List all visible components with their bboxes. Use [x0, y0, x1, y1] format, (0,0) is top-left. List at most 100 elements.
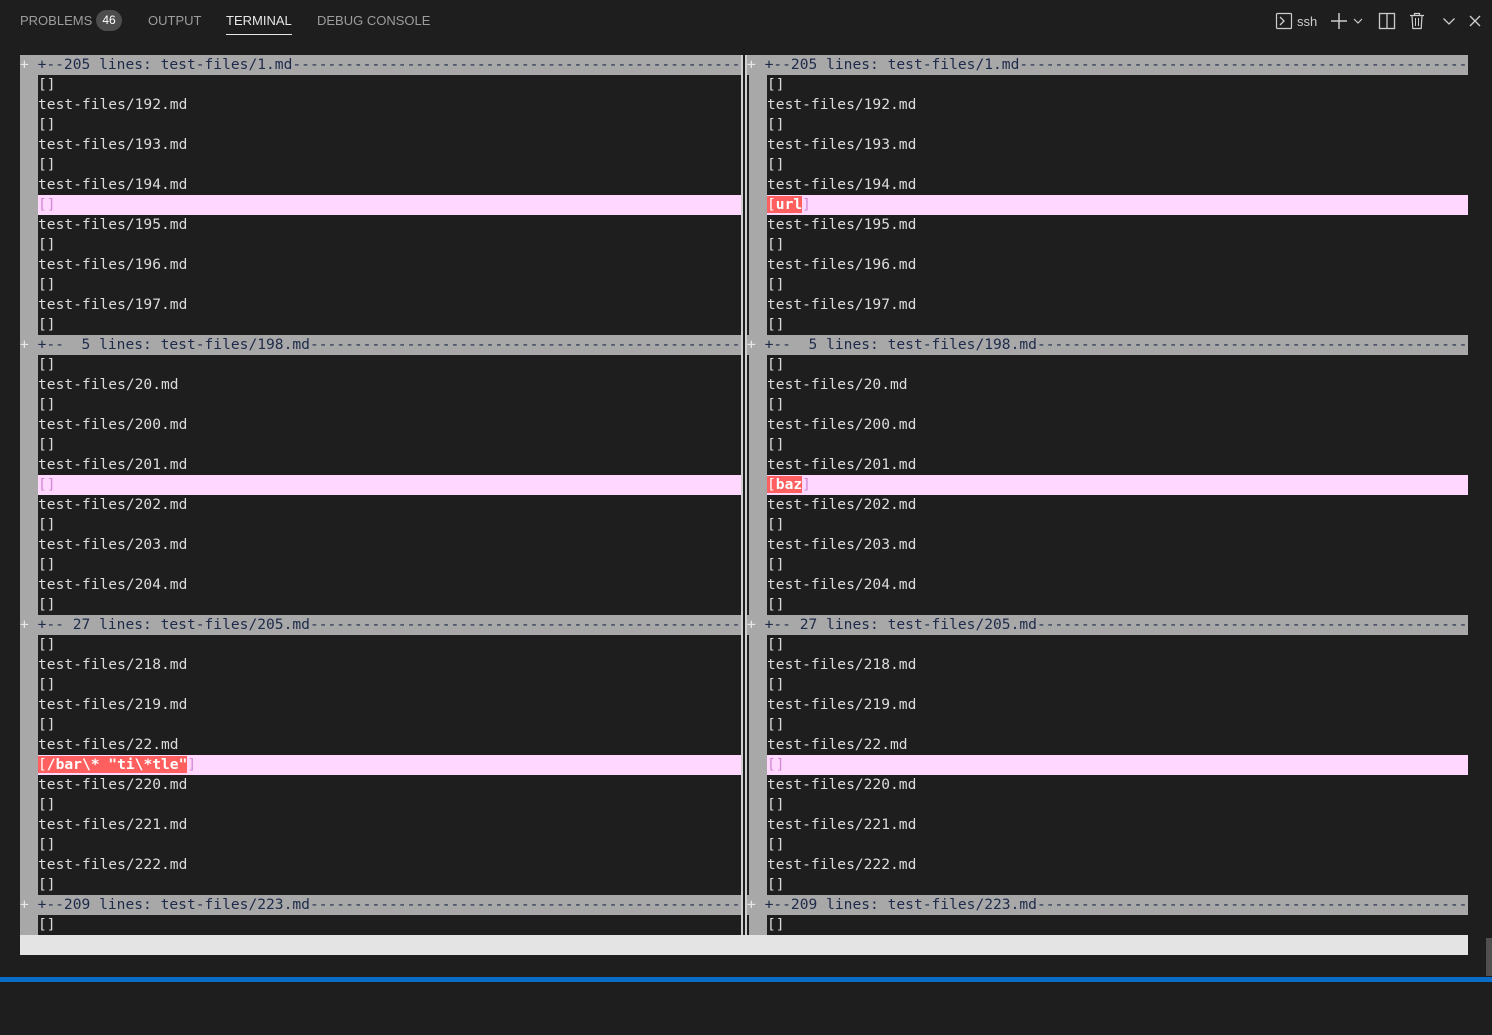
line-file: test-files/220.md	[767, 776, 917, 793]
line-file: test-files/203.md	[767, 536, 917, 553]
line-file: test-files/195.md	[38, 216, 188, 233]
close-icon	[1468, 14, 1482, 28]
line-file: test-files/200.md	[767, 416, 917, 433]
line-empty: []	[38, 116, 56, 133]
split-terminal-icon	[1378, 12, 1396, 30]
line-file: test-files/196.md	[767, 256, 917, 273]
line-empty: []	[38, 596, 56, 613]
line-empty: []	[38, 396, 56, 413]
line-empty: []	[767, 836, 785, 853]
fold-line[interactable]: + +-- 27 lines: test-files/205.md-------…	[20, 615, 741, 635]
line-empty: []	[38, 556, 56, 573]
maximize-panel-button[interactable]	[1438, 10, 1460, 32]
line-empty: []	[767, 636, 785, 653]
line-empty: []	[767, 316, 785, 333]
fold-line[interactable]: + +-- 5 lines: test-files/198.md--------…	[747, 335, 1468, 355]
line-empty: []	[767, 276, 785, 293]
fold-line[interactable]: + +-- 27 lines: test-files/205.md-------…	[747, 615, 1468, 635]
line-file: test-files/221.md	[38, 816, 188, 833]
line-file: test-files/193.md	[767, 136, 917, 153]
diff-change: url	[775, 196, 803, 213]
line-file: test-files/192.md	[767, 96, 917, 113]
line-file: test-files/200.md	[38, 416, 188, 433]
fold-line[interactable]: + +--205 lines: test-files/1.md---------…	[747, 55, 1468, 75]
terminal-selector[interactable]: ssh	[1275, 10, 1325, 32]
line-empty: []	[38, 916, 56, 933]
line-empty: []	[38, 636, 56, 653]
tab-debug-console[interactable]: DEBUG CONSOLE	[317, 13, 430, 35]
line-file: test-files/203.md	[38, 536, 188, 553]
tab-problems[interactable]: PROBLEMS	[20, 13, 92, 35]
line-file: test-files/201.md	[767, 456, 917, 473]
chevron-down-icon	[1353, 16, 1363, 26]
line-empty: []	[38, 356, 56, 373]
line-empty: []	[767, 596, 785, 613]
line-file: test-files/196.md	[38, 256, 188, 273]
tab-output[interactable]: OUTPUT	[148, 13, 201, 35]
line-file: test-files/219.md	[767, 696, 917, 713]
diff-line: []	[38, 475, 741, 495]
line-file: test-files/197.md	[767, 296, 917, 313]
line-empty: []	[767, 236, 785, 253]
line-empty: []	[767, 76, 785, 93]
line-empty: []	[767, 356, 785, 373]
line-empty: []	[38, 76, 56, 93]
line-file: test-files/195.md	[767, 216, 917, 233]
diff-line: [baz]	[767, 475, 1468, 495]
diff-line: []	[767, 755, 1468, 775]
vertical-split-divider[interactable]	[741, 55, 747, 935]
launch-profile-button[interactable]	[1350, 10, 1366, 32]
right-fold-column	[749, 55, 767, 935]
line-file: test-files/20.md	[767, 376, 908, 393]
left-status-filename: result.txt	[20, 956, 108, 973]
line-file: test-files/218.md	[38, 656, 188, 673]
kill-terminal-button[interactable]	[1406, 10, 1428, 32]
new-terminal-button[interactable]	[1328, 10, 1350, 32]
terminal-scrollbar[interactable]	[1486, 938, 1492, 976]
diff-line: [url]	[767, 195, 1468, 215]
line-file: test-files/220.md	[38, 776, 188, 793]
line-empty: []	[38, 516, 56, 533]
fold-line[interactable]: + +--205 lines: test-files/1.md---------…	[20, 55, 741, 75]
line-file: test-files/222.md	[767, 856, 917, 873]
line-empty: []	[38, 796, 56, 813]
fold-line[interactable]: + +-- 5 lines: test-files/198.md--------…	[20, 335, 741, 355]
fold-line[interactable]: + +--209 lines: test-files/223.md-------…	[20, 895, 741, 915]
line-empty: []	[38, 236, 56, 253]
fold-line[interactable]: + +--209 lines: test-files/223.md-------…	[747, 895, 1468, 915]
line-file: test-files/204.md	[38, 576, 188, 593]
split-terminal-button[interactable]	[1376, 10, 1398, 32]
line-empty: []	[38, 316, 56, 333]
terminal-icon	[1275, 12, 1293, 30]
line-empty: []	[767, 716, 785, 733]
diff-line: []	[38, 195, 741, 215]
problems-count-badge: 46	[96, 10, 122, 31]
terminal-vimdiff[interactable]: + +--205 lines: test-files/1.md---------…	[20, 55, 1468, 1013]
line-file: test-files/22.md	[38, 736, 179, 753]
line-file: test-files/218.md	[767, 656, 917, 673]
right-status-line: ~/Desktop/markdown-parser/result.txt 1,1…	[741, 935, 1468, 1013]
line-file: test-files/222.md	[38, 856, 188, 873]
line-file: test-files/194.md	[38, 176, 188, 193]
tab-terminal[interactable]: TERMINAL	[226, 13, 292, 35]
line-file: test-files/197.md	[38, 296, 188, 313]
right-status-scroll: Top	[1440, 996, 1467, 1013]
diff-line: [/bar\* "ti\*tle"]	[38, 755, 741, 775]
right-status-filename: ~/Desktop/markdown-parser/result.txt	[747, 956, 1064, 973]
panel-actions: ssh	[1270, 10, 1485, 32]
left-fold-column	[20, 55, 38, 935]
line-file: test-files/201.md	[38, 456, 188, 473]
line-file: test-files/202.md	[767, 496, 917, 513]
line-empty: []	[767, 516, 785, 533]
panel-tab-bar: PROBLEMS 46 OUTPUT TERMINAL DEBUG CONSOL…	[0, 0, 1492, 42]
line-empty: []	[38, 876, 56, 893]
line-empty: []	[38, 436, 56, 453]
plus-icon	[1330, 12, 1348, 30]
line-file: test-files/22.md	[767, 736, 908, 753]
maximize-chevron-icon	[1442, 14, 1456, 28]
line-file: test-files/194.md	[767, 176, 917, 193]
line-empty: []	[767, 436, 785, 453]
line-empty: []	[767, 916, 785, 933]
line-empty: []	[767, 676, 785, 693]
close-panel-button[interactable]	[1464, 10, 1486, 32]
